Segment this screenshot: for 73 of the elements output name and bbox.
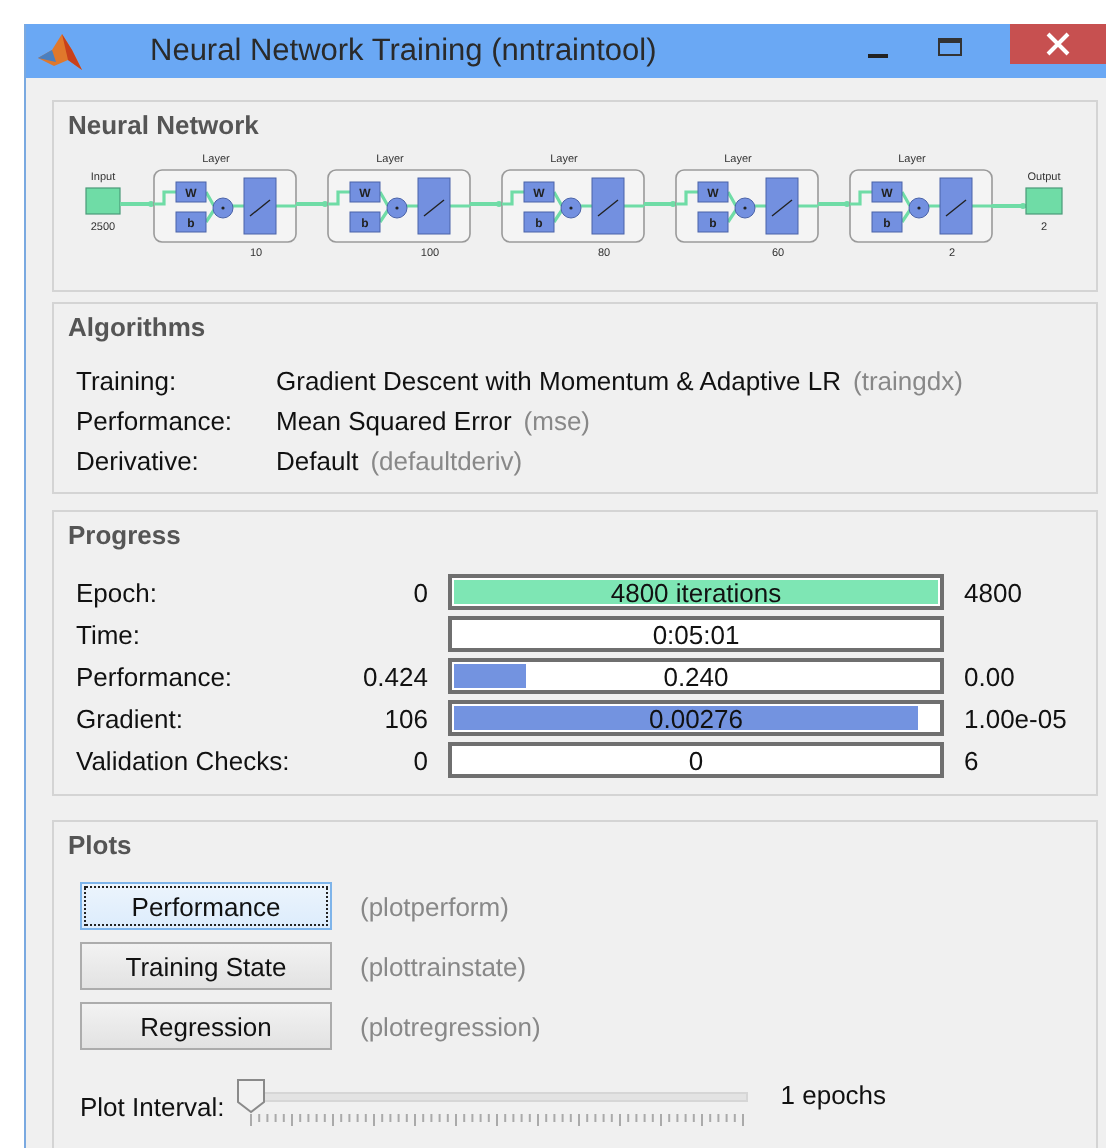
progress-label: Epoch: <box>76 577 159 607</box>
transfer-function-icon <box>765 177 799 235</box>
progress-label: Time: <box>76 619 143 649</box>
panel-title: Progress <box>68 520 183 550</box>
app-logo-icon <box>34 29 86 73</box>
sum-icon <box>908 197 930 219</box>
weight-block <box>523 181 555 203</box>
algorithm-value: Gradient Descent with Momentum & Adaptive LR <box>276 366 842 396</box>
sum-icon <box>212 197 234 219</box>
panel-title: Plots <box>68 830 134 860</box>
end-value: 6 <box>964 745 981 775</box>
function-name: (plotperform) <box>360 891 509 921</box>
connector-line <box>992 203 1026 209</box>
function-name: (traingdx) <box>853 366 963 396</box>
weight-block <box>175 181 207 203</box>
plot-button[interactable]: Training State <box>80 942 332 990</box>
slider-thumb[interactable] <box>236 1078 267 1114</box>
progress-label: Gradient: <box>76 703 185 733</box>
transfer-function-icon <box>243 177 277 235</box>
weight-block <box>697 181 729 203</box>
panel-title: Neural Network <box>68 110 261 140</box>
input-block <box>85 187 121 215</box>
progress-reading: 0.00276 <box>649 703 743 733</box>
transfer-function-icon <box>417 177 451 235</box>
connector-line <box>644 201 676 207</box>
algorithm-value: Mean Squared Error <box>276 406 512 436</box>
window-title: Neural Network Training (nntraintool) <box>150 33 659 69</box>
bias-block <box>349 211 381 233</box>
sum-icon <box>560 197 582 219</box>
weight-block <box>871 181 903 203</box>
function-name: (defaultderiv) <box>370 446 523 476</box>
plot-interval-label: Plot Interval: <box>80 1091 225 1121</box>
start-value: 0 <box>411 577 428 607</box>
bias-block <box>175 211 207 233</box>
function-name: (mse) <box>523 406 590 436</box>
weight-block <box>349 181 381 203</box>
close-icon <box>1046 32 1070 56</box>
progress-reading: 0.240 <box>663 661 729 691</box>
progress-reading: 4800 iterations <box>610 577 782 607</box>
plot-interval-reading: 1 epochs <box>780 1079 887 1109</box>
transfer-function-icon <box>939 177 973 235</box>
end-value: 4800 <box>964 577 1024 607</box>
start-value: 0.424 <box>360 661 428 691</box>
progress-reading: 0 <box>688 745 704 775</box>
connector-line <box>120 201 154 207</box>
output-block <box>1025 187 1063 215</box>
start-value: 106 <box>382 703 428 733</box>
panel-title: Algorithms <box>68 312 208 342</box>
connector-line <box>818 201 850 207</box>
transfer-function-icon <box>591 177 625 235</box>
progress-label: Performance: <box>76 661 235 691</box>
algorithm-label: Performance: <box>76 406 235 438</box>
plot-interval-slider[interactable] <box>236 1078 749 1122</box>
close-button[interactable] <box>1010 24 1106 64</box>
bias-block <box>697 211 729 233</box>
function-name: (plottrainstate) <box>360 951 527 981</box>
algorithm-label: Training: <box>76 366 179 398</box>
start-value: 0 <box>411 745 428 775</box>
function-name: (plotregression) <box>360 1011 541 1041</box>
plot-button[interactable]: Performance <box>80 882 332 930</box>
end-value: 1.00e-05 <box>964 703 1069 733</box>
bias-block <box>871 211 903 233</box>
end-value: 0.00 <box>964 661 1017 691</box>
algorithm-value: Default <box>276 446 359 476</box>
progress-label: Validation Checks: <box>76 745 292 775</box>
sum-icon <box>386 197 408 219</box>
progress-reading: 0:05:01 <box>652 619 740 649</box>
connector-line <box>470 201 502 207</box>
plot-button[interactable]: Regression <box>80 1002 332 1050</box>
connector-line <box>296 201 328 207</box>
bias-block <box>523 211 555 233</box>
sum-icon <box>734 197 756 219</box>
algorithm-label: Derivative: <box>76 446 201 478</box>
